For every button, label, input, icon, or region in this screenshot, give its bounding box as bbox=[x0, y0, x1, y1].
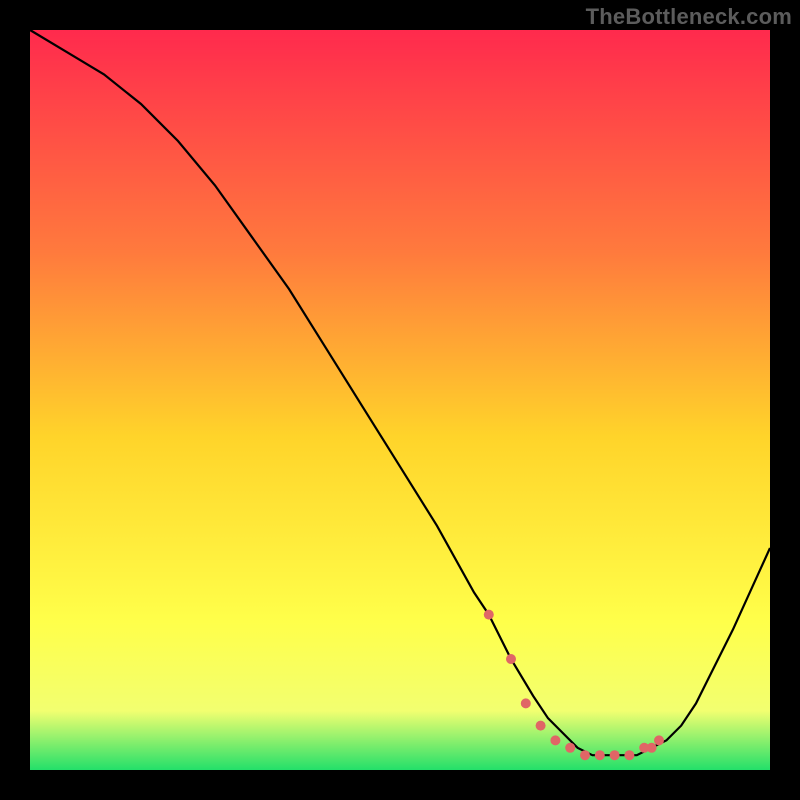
valley-marker bbox=[647, 743, 657, 753]
valley-marker bbox=[610, 750, 620, 760]
valley-marker bbox=[565, 743, 575, 753]
valley-marker bbox=[595, 750, 605, 760]
valley-marker bbox=[506, 654, 516, 664]
valley-marker bbox=[484, 610, 494, 620]
bottleneck-plot bbox=[0, 0, 800, 800]
valley-marker bbox=[580, 750, 590, 760]
plot-background bbox=[30, 30, 770, 770]
valley-marker bbox=[654, 735, 664, 745]
valley-marker bbox=[624, 750, 634, 760]
valley-marker bbox=[550, 735, 560, 745]
valley-marker bbox=[536, 721, 546, 731]
valley-marker bbox=[521, 698, 531, 708]
chart-stage: TheBottleneck.com bbox=[0, 0, 800, 800]
watermark-text: TheBottleneck.com bbox=[586, 4, 792, 30]
